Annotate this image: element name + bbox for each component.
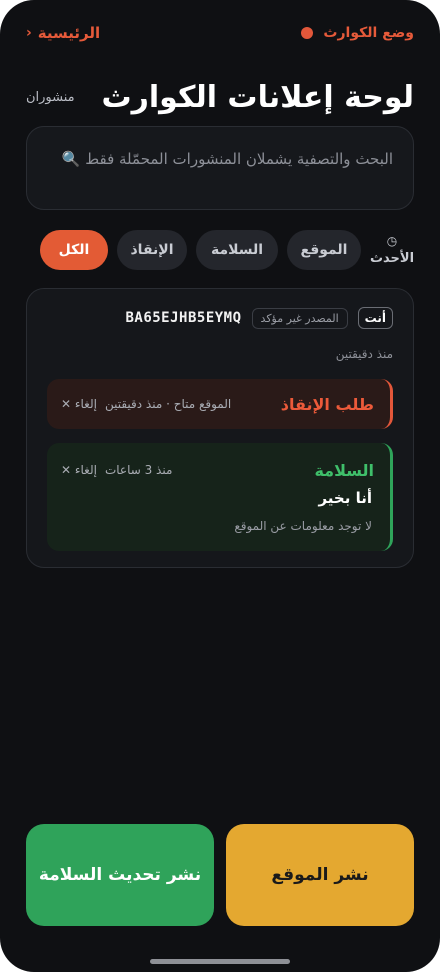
safety-message-title: السلامة <box>314 460 374 480</box>
safety-message-meta: منذ 3 ساعات <box>104 463 173 477</box>
rescue-message-meta-group: الموقع متاح · منذ دقيقتين إلغاء ✕ <box>61 397 231 411</box>
home-indicator[interactable] <box>150 959 290 964</box>
post-card-header: أنت المصدر غير مؤكد BA65EJHB5EYMQ <box>47 307 393 329</box>
safety-message-location-note: لا توجد معلومات عن الموقع <box>234 519 372 533</box>
rescue-message-row: طلب الإنقاذ الموقع متاح · منذ دقيقتين إل… <box>61 379 374 429</box>
filter-chip-rescue[interactable]: الإنقاذ <box>117 230 187 270</box>
home-label: الرئيسية <box>37 24 101 42</box>
filter-chip-all[interactable]: الكل <box>40 230 108 270</box>
unverified-source-badge: المصدر غير مؤكد <box>251 307 348 329</box>
post-location-button[interactable]: نشر الموقع <box>226 824 414 926</box>
filter-bar: الكل الإنقاذ السلامة الموقع ◷ الأحدث <box>26 228 414 272</box>
post-card: أنت المصدر غير مؤكد BA65EJHB5EYMQ منذ دق… <box>26 288 414 568</box>
top-bar: وضع الكوارث الرئيسية ‹ <box>26 22 414 44</box>
safety-message-row: السلامة منذ 3 ساعات إلغاء ✕ <box>61 445 374 495</box>
you-badge: أنت <box>357 307 393 329</box>
safety-message: السلامة منذ 3 ساعات إلغاء ✕ أنا بخير لا … <box>47 443 393 551</box>
search-input[interactable]: البحث والتصفية يشملان المنشورات المحمّلة… <box>26 126 414 210</box>
search-text-label: البحث والتصفية يشملان المنشورات المحمّلة… <box>85 150 393 168</box>
device-id: BA65EJHB5EYMQ <box>125 310 242 326</box>
filter-chip-safety[interactable]: السلامة <box>196 230 278 270</box>
rescue-message-meta: الموقع متاح · منذ دقيقتين <box>104 397 232 411</box>
rescue-message-title: طلب الإنقاذ <box>280 394 374 414</box>
search-placeholder: البحث والتصفية يشملان المنشورات المحمّلة… <box>47 145 393 173</box>
posts-count: منشوران <box>26 89 75 105</box>
cancel-rescue-button[interactable]: إلغاء ✕ <box>61 397 97 411</box>
search-icon: 🔍 <box>61 150 81 168</box>
safety-message-meta-group: منذ 3 ساعات إلغاء ✕ <box>61 463 172 477</box>
sort-latest[interactable]: ◷ الأحدث <box>370 232 414 268</box>
safety-message-body: أنا بخير <box>318 489 372 507</box>
app-screen: وضع الكوارث الرئيسية ‹ لوحة إعلانات الكو… <box>0 0 440 972</box>
page-title: لوحة إعلانات الكوارث <box>101 79 414 115</box>
mode-label: وضع الكوارث <box>323 25 414 41</box>
sort-latest-label: الأحدث <box>369 251 415 266</box>
status-dot-icon <box>301 27 314 39</box>
post-time: منذ دقيقتين <box>335 347 393 361</box>
disaster-mode-indicator[interactable]: وضع الكوارث <box>301 25 414 41</box>
home-link[interactable]: الرئيسية ‹ <box>26 24 100 42</box>
clock-icon: ◷ <box>386 234 398 248</box>
filter-chip-location[interactable]: الموقع <box>287 230 361 270</box>
post-safety-update-button[interactable]: نشر تحديث السلامة <box>26 824 214 926</box>
chevron-left-icon: ‹ <box>26 25 32 41</box>
page-header: لوحة إعلانات الكوارث منشوران <box>26 72 414 122</box>
rescue-request-message: طلب الإنقاذ الموقع متاح · منذ دقيقتين إل… <box>47 379 393 429</box>
cancel-safety-button[interactable]: إلغاء ✕ <box>61 463 97 477</box>
